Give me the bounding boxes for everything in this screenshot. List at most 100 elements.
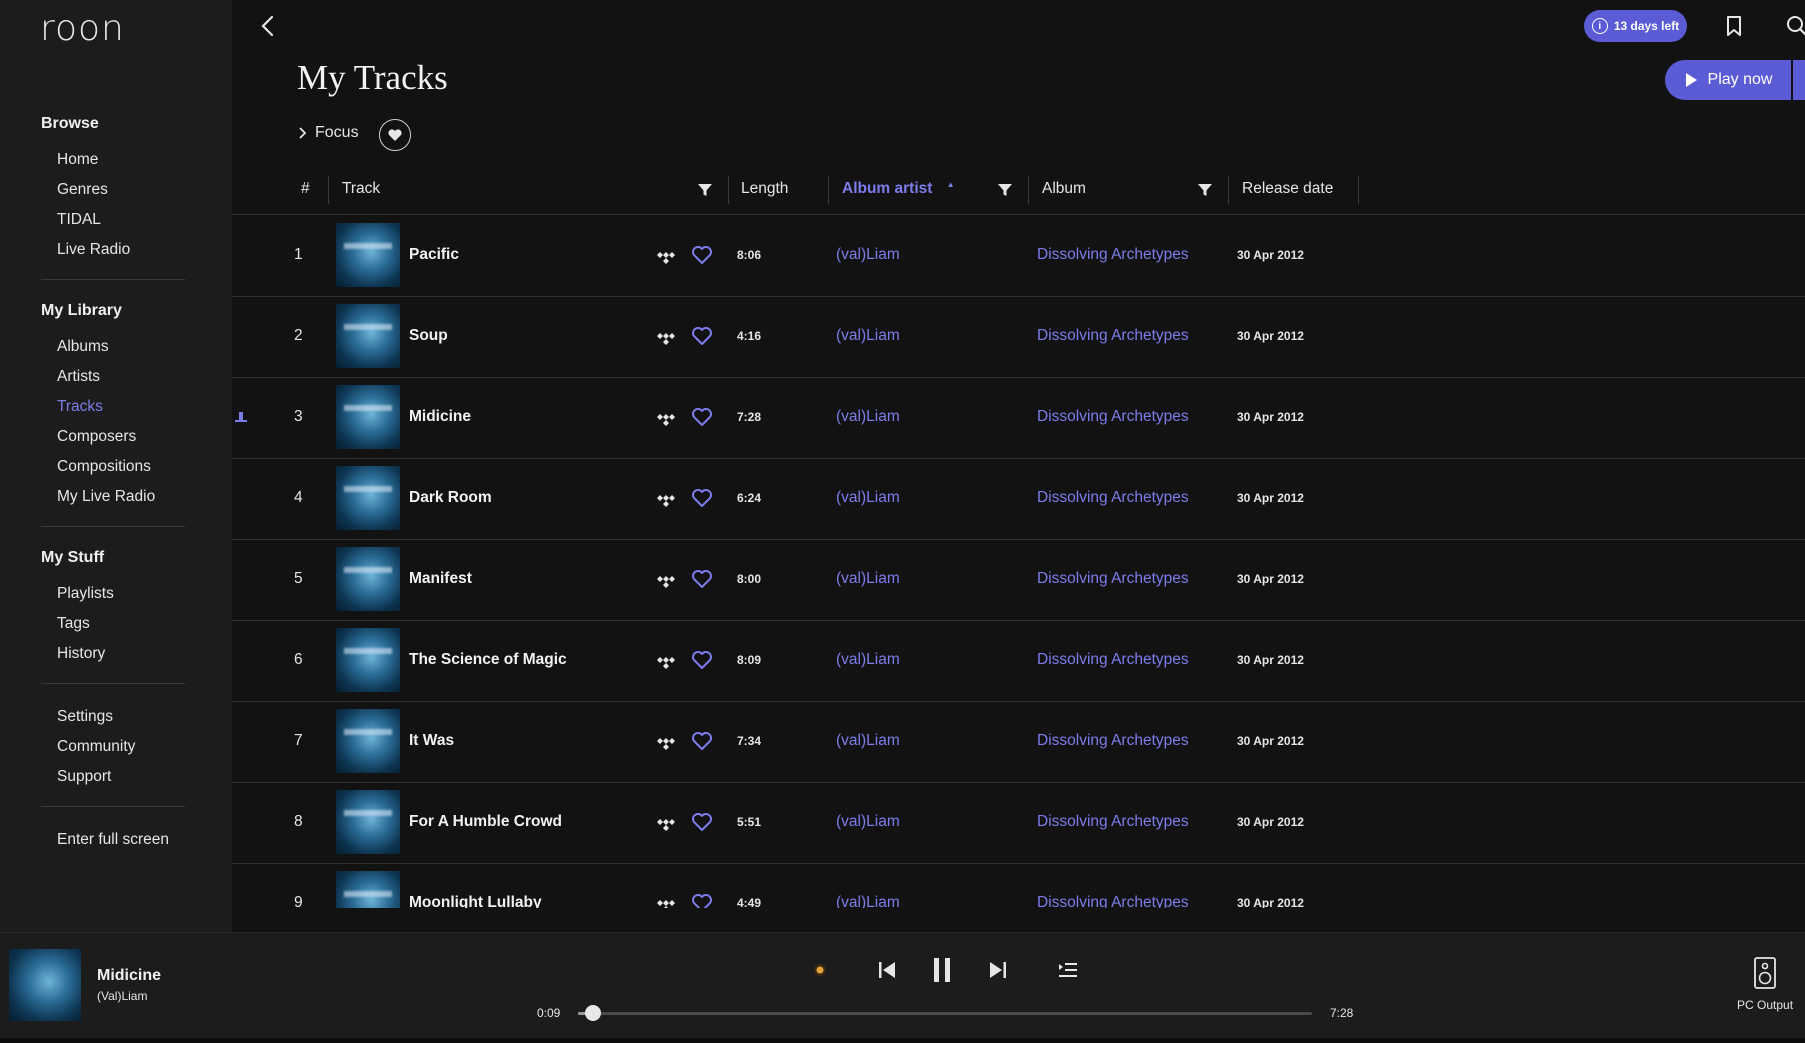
album-art[interactable] [336, 547, 400, 611]
sidebar-item-tags[interactable]: Tags [57, 615, 90, 633]
album-link[interactable]: Dissolving Archetypes [1037, 327, 1189, 345]
sidebar-item-home[interactable]: Home [57, 151, 98, 169]
radio-icon[interactable] [813, 963, 827, 977]
table-row[interactable]: 3 Midicine 7:28 (val)Liam Dissolving Archety… [232, 377, 1805, 459]
table-row[interactable]: 1 Pacific 8:06 (val)Liam Dissolving Archetyp… [232, 215, 1805, 297]
album-art[interactable] [336, 790, 400, 854]
filter-icon[interactable] [1197, 182, 1213, 198]
album-art[interactable] [336, 385, 400, 449]
heart-icon[interactable] [691, 650, 713, 670]
album-link[interactable]: Dissolving Archetypes [1037, 570, 1189, 588]
table-row[interactable]: 4 Dark Room 6:24 (val)Liam Dissolving Archet… [232, 458, 1805, 540]
album-link[interactable]: Dissolving Archetypes [1037, 489, 1189, 507]
back-button[interactable] [256, 12, 280, 40]
album-artist-link[interactable]: (val)Liam [836, 489, 900, 507]
track-title[interactable]: Moonlight Lullaby [409, 894, 542, 908]
track-title[interactable]: Pacific [409, 246, 459, 264]
sidebar-item-enter-full-screen[interactable]: Enter full screen [57, 831, 169, 849]
column-separator[interactable] [1358, 176, 1359, 204]
sidebar-item-my-live-radio[interactable]: My Live Radio [57, 488, 155, 506]
search-icon[interactable] [1785, 14, 1805, 38]
heart-icon[interactable] [691, 488, 713, 508]
speaker-icon[interactable] [1753, 957, 1777, 989]
output-label[interactable]: PC Output [1737, 998, 1793, 1012]
album-art[interactable] [336, 466, 400, 530]
album-art[interactable] [336, 628, 400, 692]
album-artist-link[interactable]: (val)Liam [836, 327, 900, 345]
favorite-filter-button[interactable] [379, 119, 411, 151]
sidebar-item-tidal[interactable]: TIDAL [57, 211, 101, 229]
heart-icon[interactable] [691, 812, 713, 832]
column-separator[interactable] [828, 176, 829, 204]
heart-icon[interactable] [691, 407, 713, 427]
track-title[interactable]: Midicine [409, 408, 471, 426]
album-link[interactable]: Dissolving Archetypes [1037, 408, 1189, 426]
sidebar-item-settings[interactable]: Settings [57, 708, 113, 726]
album-link[interactable]: Dissolving Archetypes [1037, 813, 1189, 831]
sidebar-item-composers[interactable]: Composers [57, 428, 136, 446]
sidebar-item-artists[interactable]: Artists [57, 368, 100, 386]
sidebar-item-live-radio[interactable]: Live Radio [57, 241, 130, 259]
focus-toggle[interactable]: Focus [297, 124, 359, 142]
column-header-length[interactable]: Length [741, 180, 788, 198]
album-artist-link[interactable]: (val)Liam [836, 894, 900, 908]
track-title[interactable]: Dark Room [409, 489, 492, 507]
progress-bar[interactable] [578, 1005, 1312, 1021]
column-separator[interactable] [728, 176, 729, 204]
sidebar-item-support[interactable]: Support [57, 768, 111, 786]
column-separator[interactable] [328, 176, 329, 204]
column-header-release-date[interactable]: Release date [1242, 180, 1333, 198]
sidebar-item-playlists[interactable]: Playlists [57, 585, 114, 603]
track-title[interactable]: It Was [409, 732, 454, 750]
heart-icon[interactable] [691, 731, 713, 751]
previous-track-icon[interactable] [876, 959, 898, 981]
track-title[interactable]: The Science of Magic [409, 651, 567, 669]
album-link[interactable]: Dissolving Archetypes [1037, 651, 1189, 669]
heart-icon[interactable] [691, 893, 713, 908]
album-artist-link[interactable]: (val)Liam [836, 813, 900, 831]
sidebar-item-genres[interactable]: Genres [57, 181, 108, 199]
album-link[interactable]: Dissolving Archetypes [1037, 246, 1189, 264]
table-row[interactable]: 9 Moonlight Lullaby 4:49 (val)Liam Dissolvin… [232, 863, 1805, 908]
track-title[interactable]: For A Humble Crowd [409, 813, 562, 831]
album-artist-link[interactable]: (val)Liam [836, 408, 900, 426]
column-header-track[interactable]: Track [342, 180, 380, 198]
sidebar-item-albums[interactable]: Albums [57, 338, 109, 356]
now-playing-album-art[interactable] [9, 949, 81, 1021]
album-artist-link[interactable]: (val)Liam [836, 651, 900, 669]
now-playing-title[interactable]: Midicine [97, 967, 161, 985]
track-title[interactable]: Manifest [409, 570, 472, 588]
bookmark-icon[interactable] [1724, 15, 1744, 37]
column-separator[interactable] [1028, 176, 1029, 204]
column-header-album[interactable]: Album [1042, 180, 1086, 198]
album-art[interactable] [336, 871, 400, 908]
sidebar-item-tracks[interactable]: Tracks [57, 398, 103, 416]
heart-icon[interactable] [691, 569, 713, 589]
pause-icon[interactable] [931, 955, 953, 985]
album-art[interactable] [336, 709, 400, 773]
progress-handle[interactable] [584, 1005, 601, 1021]
filter-icon[interactable] [997, 182, 1013, 198]
now-playing-artist[interactable]: (Val)Liam [97, 989, 147, 1003]
sidebar-item-history[interactable]: History [57, 645, 105, 663]
album-artist-link[interactable]: (val)Liam [836, 570, 900, 588]
album-artist-link[interactable]: (val)Liam [836, 732, 900, 750]
table-row[interactable]: 5 Manifest 8:00 (val)Liam Dissolving Archety… [232, 539, 1805, 621]
table-row[interactable]: 2 Soup 4:16 (val)Liam Dissolving Archetypes 3… [232, 296, 1805, 378]
column-separator[interactable] [1228, 176, 1229, 204]
album-link[interactable]: Dissolving Archetypes [1037, 894, 1189, 908]
sidebar-item-compositions[interactable]: Compositions [57, 458, 151, 476]
next-track-icon[interactable] [987, 959, 1009, 981]
column-header-number[interactable]: # [301, 180, 310, 198]
queue-icon[interactable] [1057, 961, 1079, 979]
play-now-button[interactable]: Play now [1665, 60, 1791, 100]
track-title[interactable]: Soup [409, 327, 448, 345]
table-row[interactable]: 8 For A Humble Crowd 5:51 (val)Liam Dissolvi… [232, 782, 1805, 864]
column-header-album-artist[interactable]: Album artist ▲ [842, 180, 955, 198]
sidebar-item-community[interactable]: Community [57, 738, 135, 756]
heart-icon[interactable] [691, 326, 713, 346]
table-row[interactable]: 6 The Science of Magic 8:09 (val)Liam Dissol… [232, 620, 1805, 702]
album-art[interactable] [336, 223, 400, 287]
filter-icon[interactable] [697, 182, 713, 198]
trial-badge[interactable]: i 13 days left [1584, 10, 1687, 42]
